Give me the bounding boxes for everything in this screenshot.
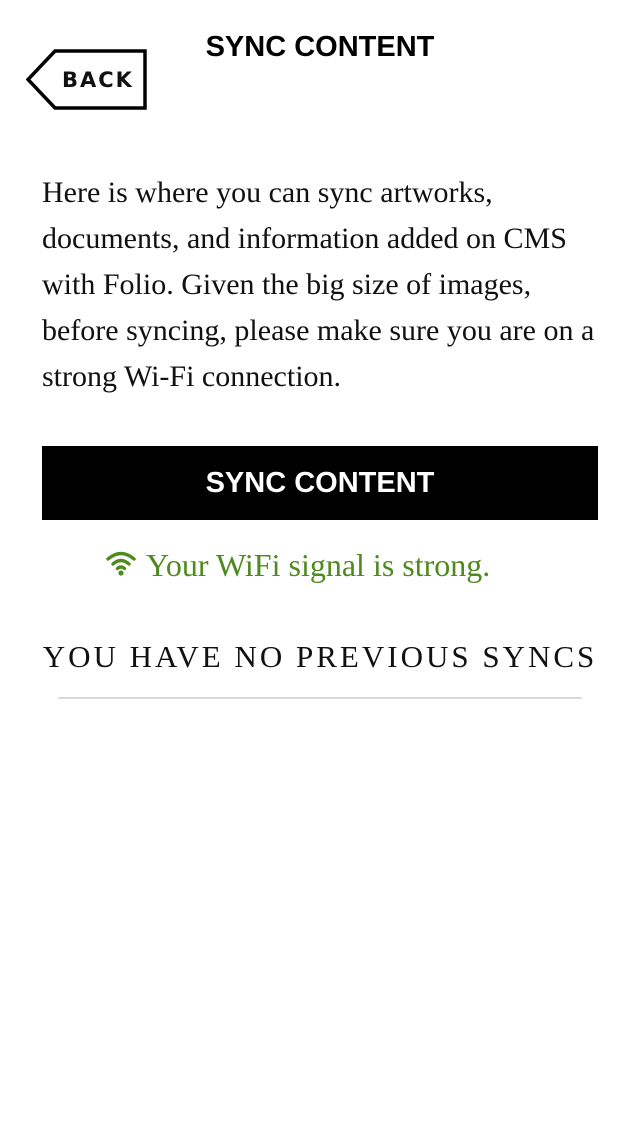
- page-title: SYNC CONTENT: [205, 31, 435, 63]
- sync-content-button[interactable]: SYNC CONTENT: [42, 446, 598, 520]
- wifi-icon: [106, 551, 136, 576]
- header: BACK SYNC CONTENT: [0, 0, 640, 120]
- divider: [58, 697, 582, 699]
- sync-description: Here is where you can sync artworks, doc…: [42, 176, 595, 393]
- wifi-status: Your WiFi signal is strong.: [106, 542, 490, 588]
- wifi-status-text: Your WiFi signal is strong.: [146, 547, 491, 583]
- sync-history-heading: YOU HAVE NO PREVIOUS SYNCS: [42, 639, 598, 674]
